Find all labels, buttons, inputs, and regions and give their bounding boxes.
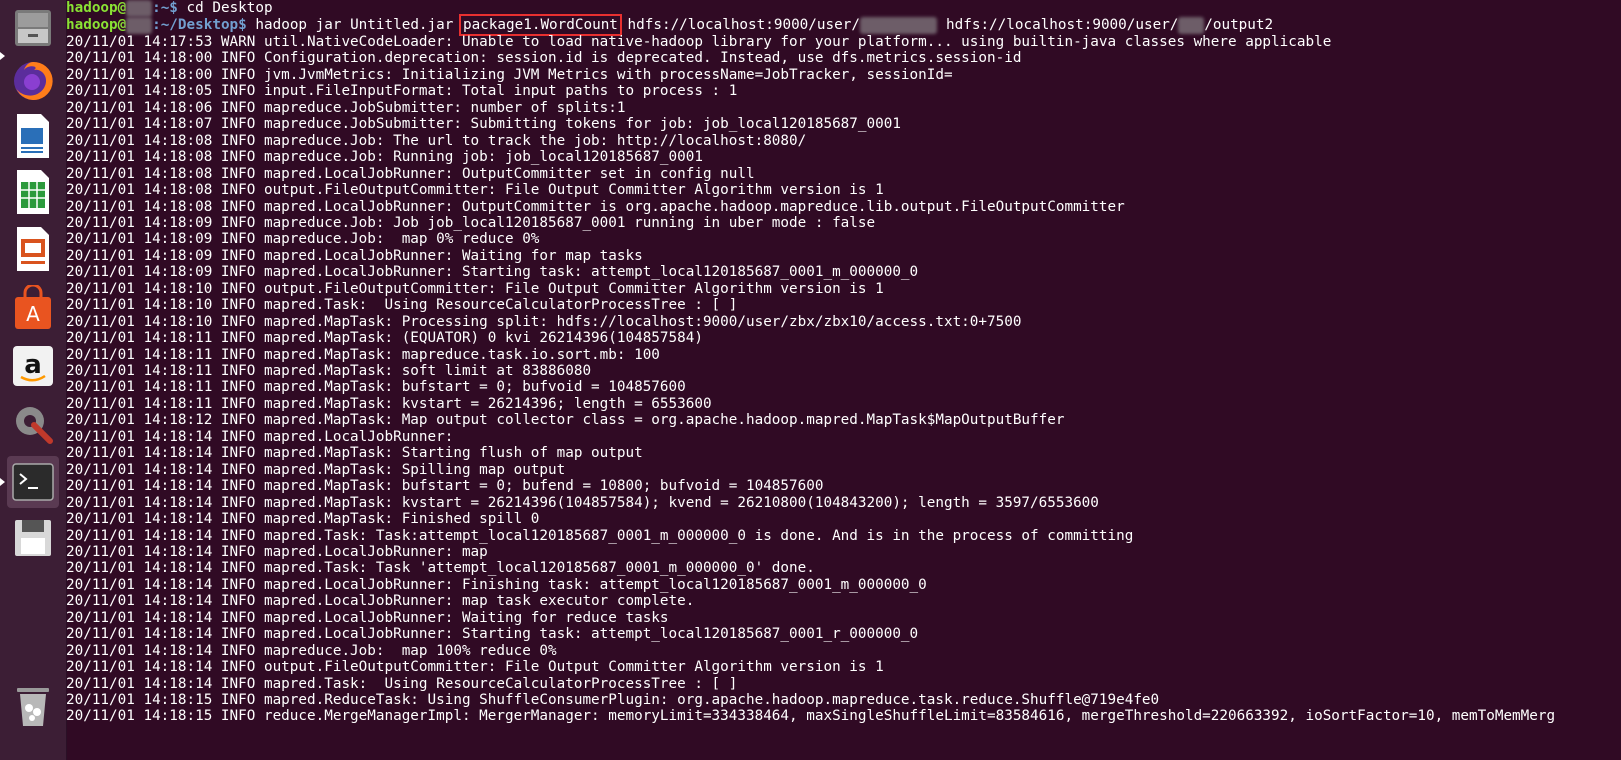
terminal-icon[interactable] [7, 456, 59, 508]
terminal-window[interactable]: hadoop@xxx:~$ cd Desktop hadoop@xxx:~/De… [66, 0, 1621, 760]
log-line: 20/11/01 14:18:09 INFO mapred.LocalJobRu… [66, 247, 643, 264]
log-line: 20/11/01 14:18:11 INFO mapred.MapTask: k… [66, 395, 712, 412]
log-line: 20/11/01 14:18:12 INFO mapred.MapTask: M… [66, 412, 1065, 429]
command-text: hadoop jar Untitled.jar [255, 17, 462, 33]
log-line: 20/11/01 14:18:14 INFO mapred.LocalJobRu… [66, 576, 927, 593]
log-line: 20/11/01 14:18:06 INFO mapreduce.JobSubm… [66, 99, 626, 116]
redacted-user: xxxxxxxxx [859, 17, 938, 34]
svg-text:a: a [24, 350, 42, 380]
command-text: /output2 [1204, 17, 1274, 33]
libreoffice-impress-icon[interactable] [7, 223, 59, 275]
log-line: 20/11/01 14:18:14 INFO mapred.MapTask: b… [66, 478, 824, 495]
log-line: 20/11/01 14:18:14 INFO mapred.LocalJobRu… [66, 543, 488, 560]
highlighted-class-name: package1.WordCount [458, 14, 622, 36]
log-line: 20/11/01 14:18:07 INFO mapreduce.JobSubm… [66, 116, 901, 133]
log-line: 20/11/01 14:18:08 INFO output.FileOutput… [66, 182, 884, 199]
prompt-user: hadoop@ [66, 0, 127, 16]
prompt-line: hadoop@xxx:~$ cd Desktop [66, 0, 273, 17]
libreoffice-writer-icon[interactable] [7, 110, 59, 162]
log-line: 20/11/01 14:18:14 INFO mapred.MapTask: S… [66, 445, 643, 462]
log-line: 20/11/01 14:18:08 INFO mapreduce.Job: Ru… [66, 149, 703, 166]
ubuntu-software-icon[interactable]: A [7, 282, 59, 334]
log-line: 20/11/01 14:18:09 INFO mapred.LocalJobRu… [66, 264, 919, 281]
log-line: 20/11/01 14:18:10 INFO mapred.MapTask: P… [66, 313, 1022, 330]
log-line: 20/11/01 14:18:15 INFO mapred.ReduceTask… [66, 692, 1160, 708]
files-icon[interactable] [7, 2, 59, 54]
libreoffice-calc-icon[interactable] [7, 166, 59, 218]
log-line: 20/11/01 14:18:15 INFO reduce.MergeManag… [66, 708, 1556, 725]
log-line: 20/11/01 14:17:53 WARN util.NativeCodeLo… [66, 34, 1332, 50]
log-line: 20/11/01 14:18:08 INFO mapred.LocalJobRu… [66, 198, 1125, 215]
command-text: cd Desktop [186, 0, 273, 16]
log-line: 20/11/01 14:18:11 INFO mapred.MapTask: b… [66, 379, 686, 396]
log-line: 20/11/01 14:18:14 INFO mapred.MapTask: k… [66, 494, 1099, 511]
redacted-hostname: xxx [126, 0, 153, 17]
log-line: 20/11/01 14:18:09 INFO mapreduce.Job: ma… [66, 231, 540, 248]
redacted-hostname: xxx [126, 17, 153, 34]
log-line: 20/11/01 14:18:14 INFO mapred.MapTask: S… [66, 461, 566, 478]
log-line: 20/11/01 14:18:14 INFO mapred.Task: Usin… [66, 675, 738, 692]
running-indicator [0, 52, 5, 60]
log-line: 20/11/01 14:18:00 INFO Configuration.dep… [66, 50, 1022, 67]
log-line: 20/11/01 14:18:05 INFO input.FileInputFo… [66, 83, 738, 100]
log-line: 20/11/01 14:18:14 INFO mapreduce.Job: ma… [66, 642, 557, 659]
log-line: 20/11/01 14:18:11 INFO mapred.MapTask: m… [66, 346, 660, 363]
command-text: hdfs://localhost:9000/user/ [618, 17, 860, 33]
log-line: 20/11/01 14:18:10 INFO mapred.Task: Usin… [66, 297, 738, 314]
trash-icon[interactable] [7, 680, 59, 732]
log-line: 20/11/01 14:18:14 INFO mapred.LocalJobRu… [66, 428, 454, 445]
log-line: 20/11/01 14:18:08 INFO mapreduce.Job: Th… [66, 132, 807, 149]
amazon-icon[interactable]: a [7, 340, 59, 392]
log-line: 20/11/01 14:18:14 INFO mapred.LocalJobRu… [66, 593, 695, 610]
log-line: 20/11/01 14:18:14 INFO mapred.Task: Task… [66, 527, 1134, 544]
log-line: 20/11/01 14:18:09 INFO mapreduce.Job: Jo… [66, 214, 876, 231]
log-line: 20/11/01 14:18:14 INFO mapred.MapTask: F… [66, 511, 540, 528]
command-text: hdfs://localhost:9000/user/ [937, 17, 1179, 33]
system-settings-icon[interactable] [7, 398, 59, 450]
prompt-path: :~/Desktop$ [152, 17, 256, 33]
prompt-line: hadoop@xxx:~/Desktop$ hadoop jar Untitle… [66, 14, 1274, 36]
svg-text:A: A [26, 302, 40, 326]
prompt-path: :~$ [152, 0, 187, 16]
log-line: 20/11/01 14:18:14 INFO mapred.Task: Task… [66, 560, 815, 577]
prompt-user: hadoop@ [66, 17, 127, 33]
redacted-user: xxx [1178, 17, 1205, 34]
log-line: 20/11/01 14:18:10 INFO output.FileOutput… [66, 280, 884, 297]
save-disk-icon[interactable] [7, 512, 59, 564]
log-line: 20/11/01 14:18:14 INFO mapred.LocalJobRu… [66, 609, 669, 626]
launcher: A a [0, 0, 67, 760]
firefox-icon[interactable] [7, 55, 59, 107]
log-line: 20/11/01 14:18:08 INFO mapred.LocalJobRu… [66, 165, 755, 182]
log-line: 20/11/01 14:18:11 INFO mapred.MapTask: (… [66, 330, 703, 347]
running-indicator [0, 478, 5, 486]
log-line: 20/11/01 14:18:14 INFO mapred.LocalJobRu… [66, 626, 919, 643]
log-line: 20/11/01 14:18:14 INFO output.FileOutput… [66, 659, 884, 676]
log-line: 20/11/01 14:18:00 INFO jvm.JvmMetrics: I… [66, 66, 953, 83]
log-line: 20/11/01 14:18:11 INFO mapred.MapTask: s… [66, 363, 592, 379]
